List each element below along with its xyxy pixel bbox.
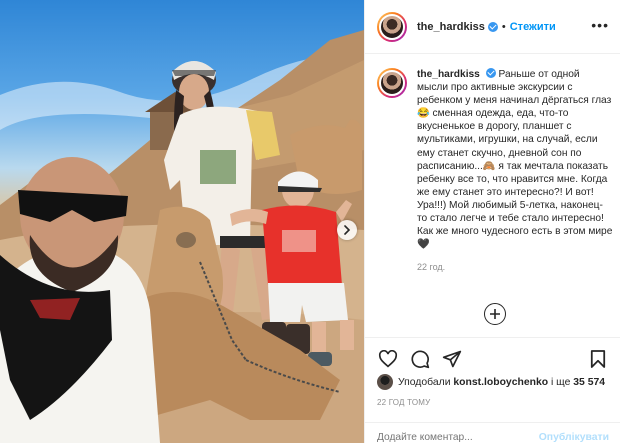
photo-illustration xyxy=(0,30,364,443)
post-date[interactable]: 22 ГОД ТОМУ xyxy=(377,398,430,407)
post-comment-button[interactable]: Опублікувати xyxy=(539,432,609,443)
more-options-icon[interactable]: ••• xyxy=(591,18,609,32)
likes-prefix: Уподобали xyxy=(398,376,451,388)
likes-count[interactable]: 35 574 xyxy=(573,377,605,388)
likes-middle: і ще xyxy=(550,376,571,388)
heart-icon xyxy=(378,349,398,367)
post-photo[interactable] xyxy=(0,0,364,443)
action-bar xyxy=(365,337,620,379)
save-button[interactable] xyxy=(587,348,609,370)
like-button[interactable] xyxy=(377,348,399,370)
liker-avatar[interactable] xyxy=(377,374,393,390)
post-header: the_hardkiss • Стежити ••• xyxy=(365,0,620,54)
carousel-next-button[interactable] xyxy=(337,220,357,240)
load-more-comments-button[interactable] xyxy=(484,303,506,325)
comment-icon xyxy=(411,349,430,368)
header-separator: • xyxy=(501,20,506,33)
bookmark-icon xyxy=(590,349,606,368)
add-comment-icon xyxy=(490,309,500,319)
post-side-panel: the_hardkiss • Стежити ••• the_hardkiss … xyxy=(364,0,620,443)
verified-badge-icon xyxy=(487,21,498,32)
caption-body: the_hardkiss Раньше от одной мысли про а… xyxy=(417,68,613,274)
header-username[interactable]: the_hardkiss xyxy=(417,21,485,33)
comment-bar: Опублікувати xyxy=(365,422,620,443)
verified-badge-icon xyxy=(485,68,496,78)
caption-avatar[interactable] xyxy=(377,68,407,98)
post-caption: the_hardkiss Раньше от одной мысли про а… xyxy=(377,68,615,274)
chevron-right-icon xyxy=(344,225,351,235)
likes-summary: Уподобали konst.loboychenko і ще 35 574 xyxy=(377,374,617,390)
caption-username[interactable]: the_hardkiss xyxy=(417,69,480,80)
caption-text: Раньше от одной мысли про активные экску… xyxy=(417,69,613,251)
header-avatar[interactable] xyxy=(377,11,407,42)
caption-age: 22 год. xyxy=(417,262,446,273)
share-button[interactable] xyxy=(441,348,463,370)
comment-button[interactable] xyxy=(409,348,431,370)
share-icon xyxy=(442,350,462,367)
liker-username[interactable]: konst.loboychenko xyxy=(453,377,548,388)
comment-input[interactable] xyxy=(377,432,527,443)
follow-button[interactable]: Стежити xyxy=(510,21,556,33)
